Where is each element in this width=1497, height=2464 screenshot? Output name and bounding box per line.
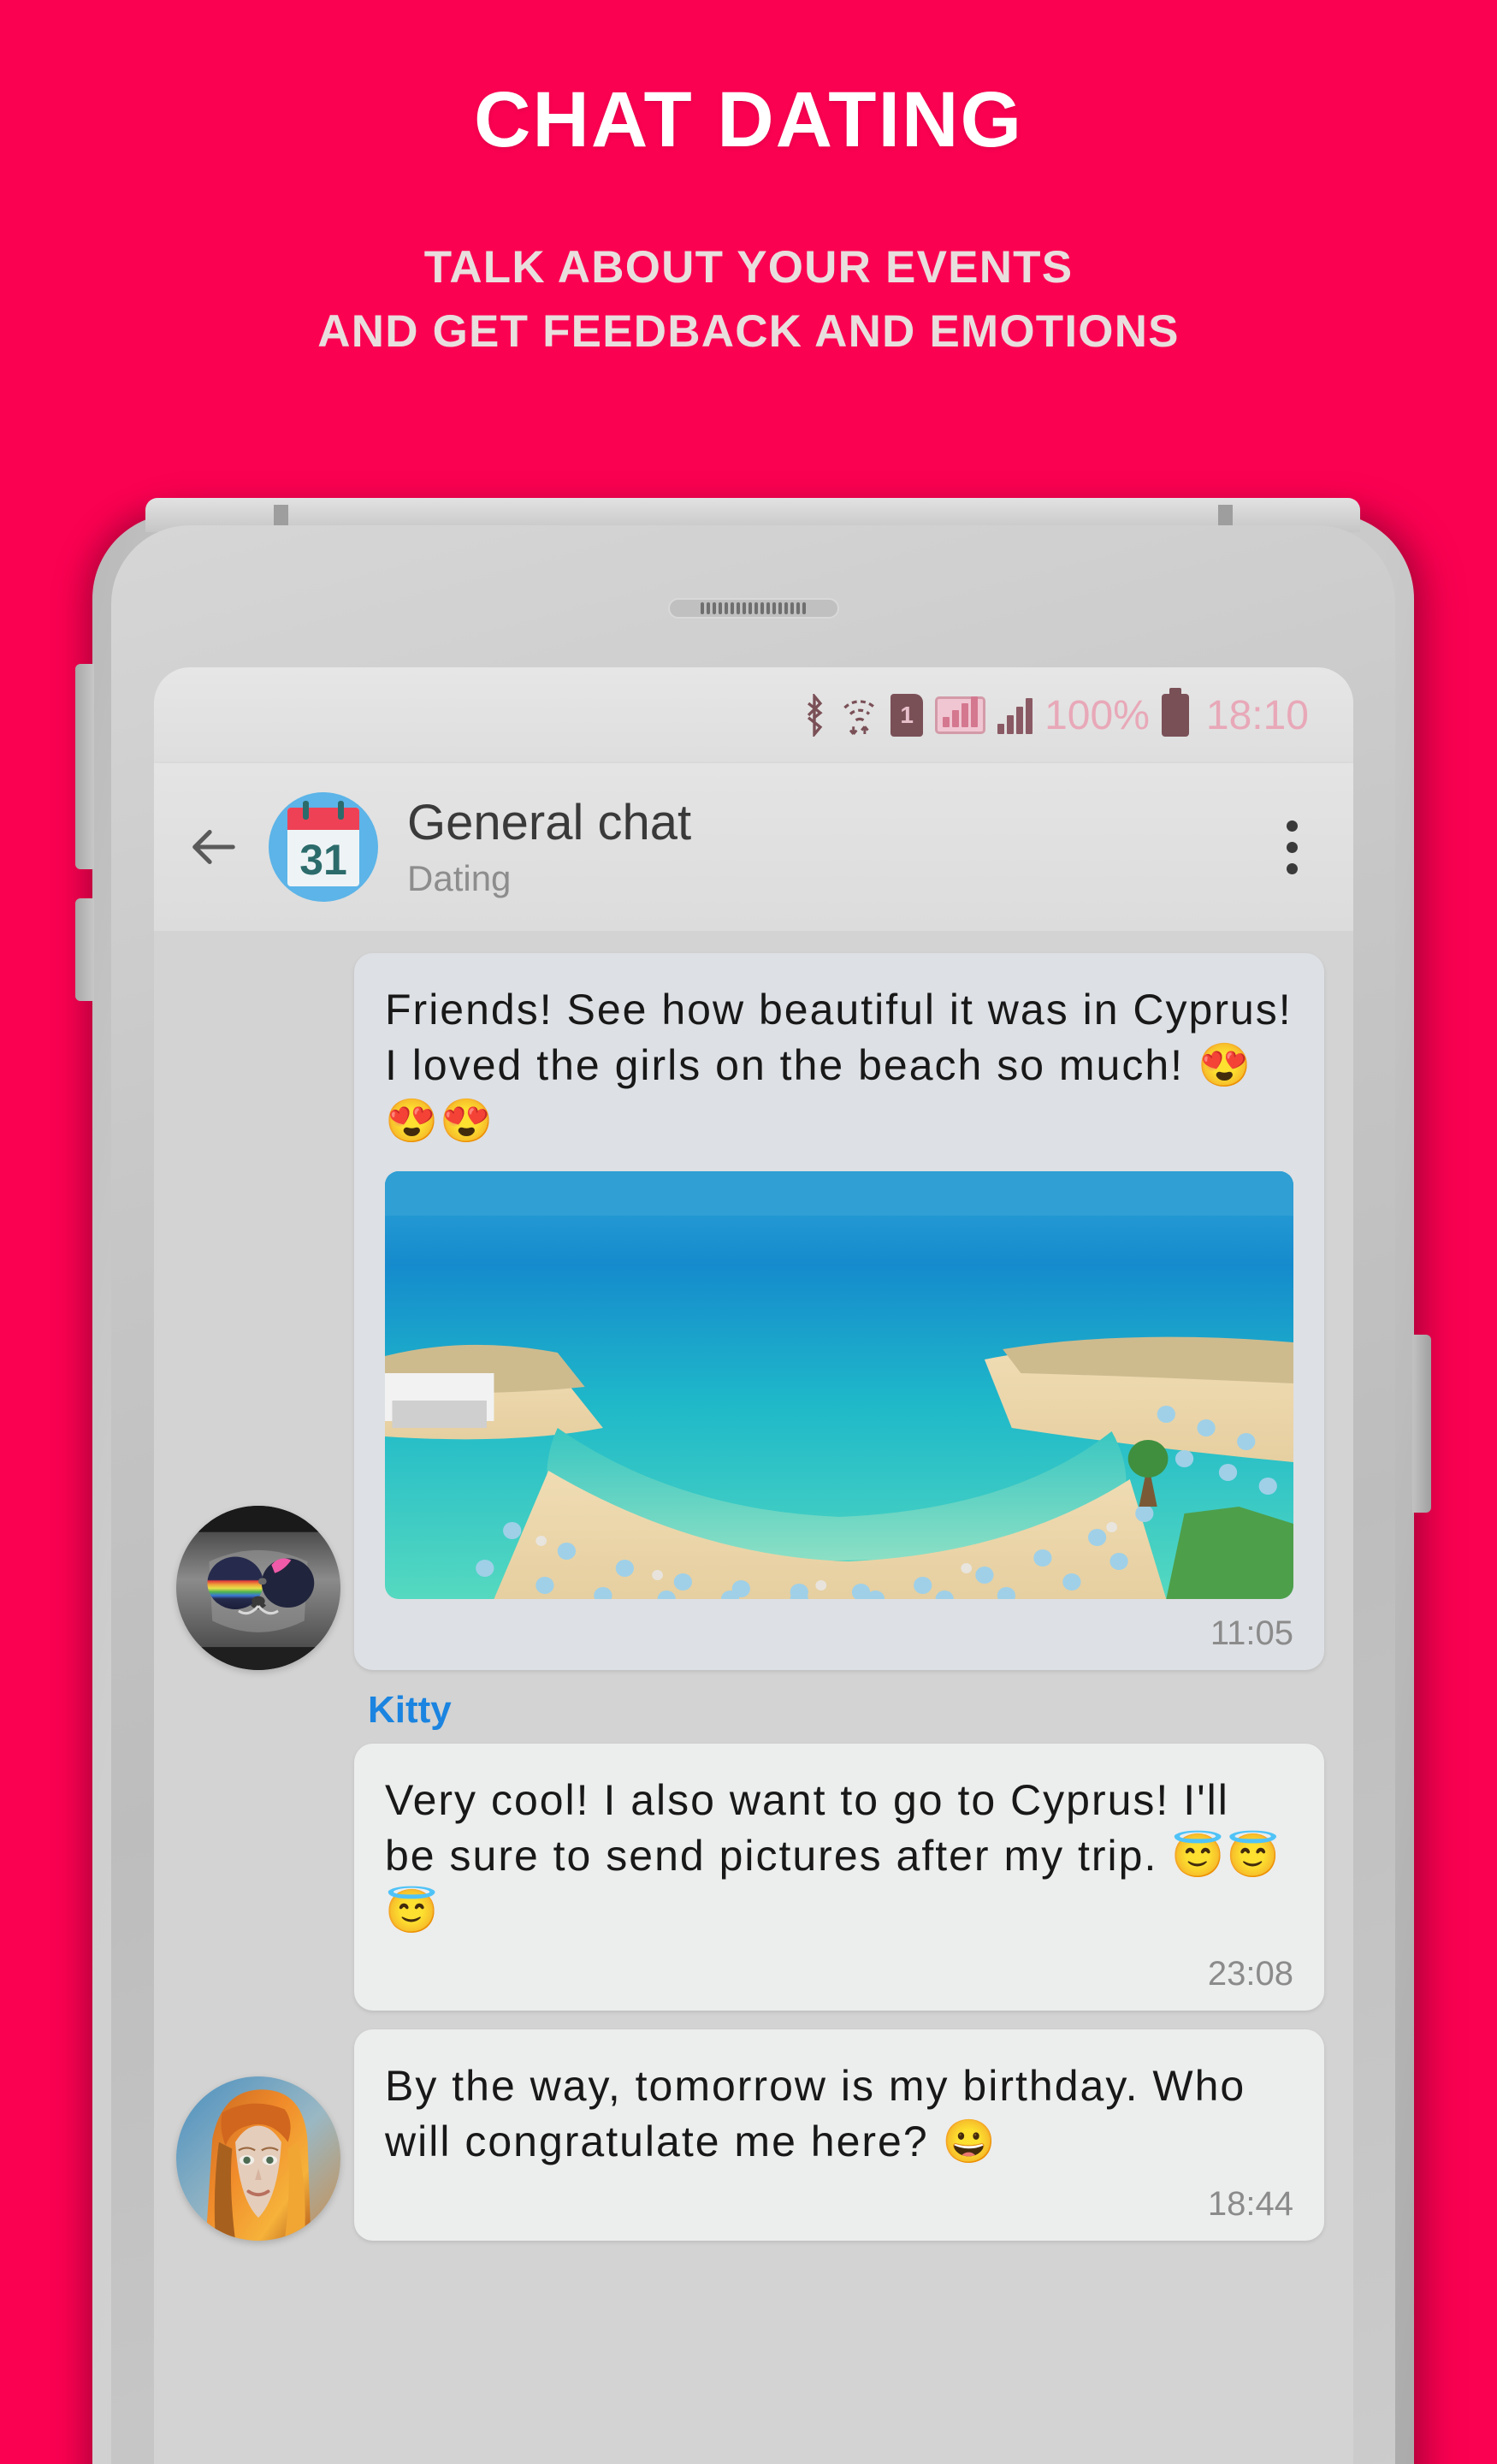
volume-down-button[interactable] [75,898,94,1001]
message-bubble-column: By the way, tomorrow is my birthday. Who… [354,2029,1324,2241]
message-row: By the way, tomorrow is my birthday. Who… [154,2029,1353,2241]
promo-title: CHAT DATING [473,76,1024,163]
page-subtitle: Dating [407,857,512,898]
signal-bars-boxed-icon [935,696,986,734]
phone-screen: 1 100% 18:10 31 General chat Dating Frie… [154,667,1353,2464]
message-bubble-column: Kitty Very cool! I also want to go to Cy… [354,1689,1324,2011]
power-button[interactable] [1412,1335,1431,1513]
calendar-icon[interactable]: 31 [269,792,378,902]
app-bar: 31 General chat Dating [154,763,1353,931]
earpiece-speaker-icon [667,598,839,619]
message-row: Kitty Very cool! I also want to go to Cy… [154,1689,1353,2011]
message-bubble-column: Friends! See how beautiful it was in Cyp… [354,953,1324,1670]
message-sender-name[interactable]: Kitty [368,1689,1324,1732]
redhead-girl-avatar[interactable] [176,2076,340,2241]
status-bar: 1 100% 18:10 [154,667,1353,763]
chat-message-list[interactable]: Friends! See how beautiful it was in Cyp… [154,931,1353,2464]
app-bar-titles: General chat Dating [407,795,1235,898]
promo-header: CHAT DATING TALK ABOUT YOUR EVENTS AND G… [0,0,1497,364]
message-text: Very cool! I also want to go to Cyprus! … [385,1776,1281,1935]
battery-full-icon [1161,694,1189,737]
sim-1-icon: 1 [891,694,924,737]
message-timestamp: 18:44 [1207,2185,1293,2223]
message-timestamp: 11:05 [1210,1614,1293,1652]
cyprus-beach-photo[interactable] [385,1171,1293,1599]
promo-subtitle-line-2: AND GET FEEDBACK AND EMOTIONS [317,305,1180,357]
message-timestamp: 23:08 [1207,1955,1293,1993]
message-bubble[interactable]: By the way, tomorrow is my birthday. Who… [354,2029,1324,2241]
status-bar-clock: 18:10 [1205,692,1309,738]
back-arrow-icon[interactable] [186,820,240,874]
battery-percent-label: 100% [1044,692,1150,738]
phone-device: 1 100% 18:10 31 General chat Dating Frie… [75,498,1431,2464]
cat-rainbow-sunglasses-avatar[interactable] [176,1506,340,1670]
volume-up-button[interactable] [75,664,94,869]
page-title: General chat [407,795,692,850]
signal-bars-icon [997,696,1033,734]
message-text: Friends! See how beautiful it was in Cyp… [385,986,1293,1145]
message-bubble[interactable]: Friends! See how beautiful it was in Cyp… [354,953,1324,1670]
calendar-day-label: 31 [299,836,347,884]
message-bubble[interactable]: Very cool! I also want to go to Cyprus! … [354,1744,1324,2011]
wifi-icon [841,694,879,737]
overflow-menu-icon[interactable] [1264,804,1319,890]
bluetooth-icon [800,694,829,737]
message-text: By the way, tomorrow is my birthday. Who… [385,2062,1246,2165]
promo-subtitle: TALK ABOUT YOUR EVENTS AND GET FEEDBACK … [0,235,1497,364]
message-row: Friends! See how beautiful it was in Cyp… [154,953,1353,1670]
promo-subtitle-line-1: TALK ABOUT YOUR EVENTS [423,241,1074,293]
